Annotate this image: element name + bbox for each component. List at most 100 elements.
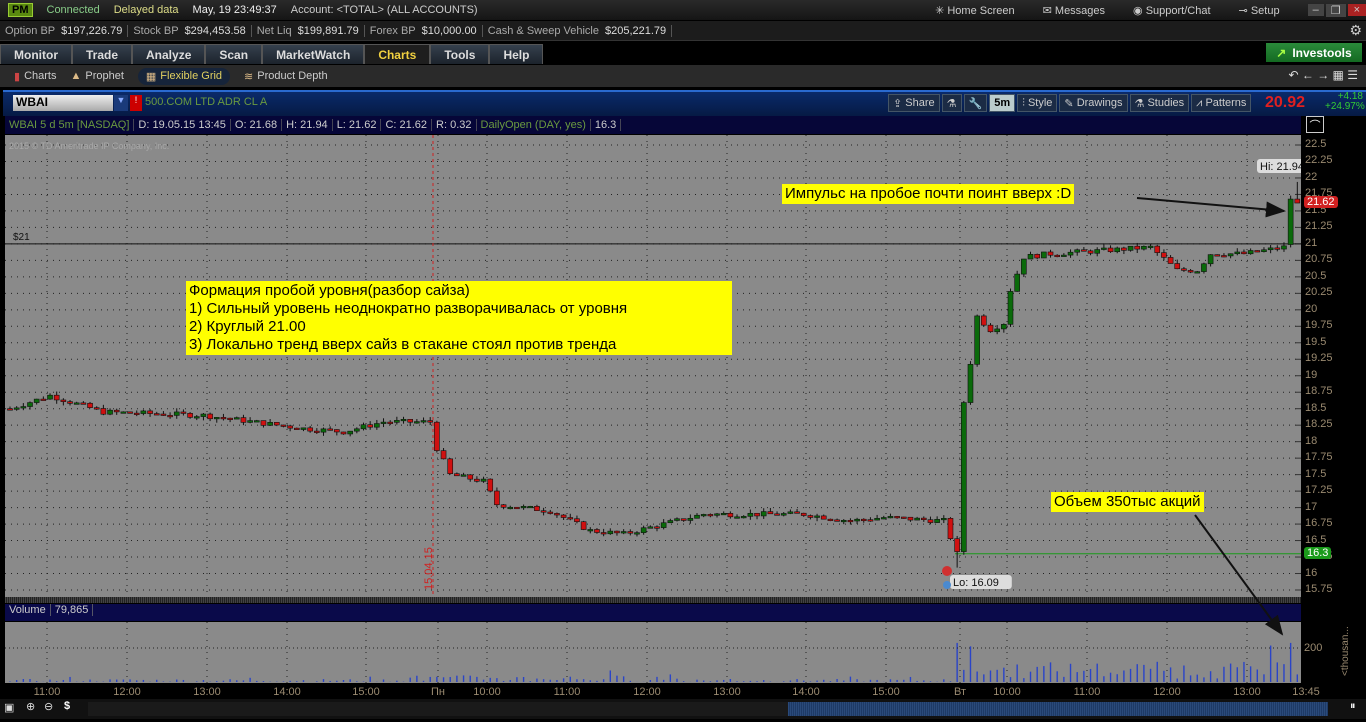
drawings-button[interactable]: ✎ Drawings <box>1059 94 1128 112</box>
annotation-line: 1) Сильный уровень неоднократно разворач… <box>189 300 628 317</box>
expand-chart-icon[interactable]: ⌒ <box>1306 116 1324 133</box>
tab-marketwatch[interactable]: MarketWatch <box>262 44 365 64</box>
candle <box>1201 263 1207 272</box>
studies-button[interactable]: ⚗ Studies <box>1129 94 1190 112</box>
candle <box>694 514 700 519</box>
logo: PM <box>8 3 33 17</box>
price-tick-label: 17.25 <box>1305 484 1333 497</box>
candle <box>260 420 267 426</box>
investools-label: Investools <box>1292 45 1352 60</box>
candle <box>1101 247 1107 250</box>
balance-label: Option BP <box>5 24 56 37</box>
candle <box>1067 251 1074 256</box>
candle <box>320 428 327 433</box>
subtab-product-depth[interactable]: ≋ Product Depth <box>244 70 328 83</box>
tab-tools[interactable]: Tools <box>430 44 490 64</box>
tab-charts[interactable]: Charts <box>364 44 431 64</box>
symbol-dropdown-icon[interactable]: ▼ <box>114 95 128 111</box>
candle <box>527 506 534 509</box>
home-screen-button[interactable]: ✳ Home Screen <box>935 4 1029 17</box>
subtab-prophet[interactable]: ▲ Prophet <box>70 70 123 82</box>
gear-icon[interactable]: ⚙ <box>1349 22 1362 39</box>
panel-splitter[interactable] <box>5 597 1301 603</box>
candle <box>434 421 440 451</box>
candle <box>287 425 293 429</box>
subtab-flexible-grid[interactable]: ▦ Flexible Grid <box>137 67 231 85</box>
candle <box>273 422 280 426</box>
price-tick-label: 16 <box>1305 566 1318 579</box>
date-marker-label: 15.04.15 <box>423 547 435 590</box>
patterns-button[interactable]: ⩘ Patterns <box>1191 94 1252 112</box>
candle <box>193 416 200 419</box>
candle <box>574 518 580 523</box>
grid-icon[interactable]: ▦ <box>1333 68 1344 82</box>
tab-trade[interactable]: Trade <box>72 44 133 64</box>
price-tick-label: 19.25 <box>1305 352 1333 365</box>
list-icon[interactable]: ☰ <box>1347 68 1358 82</box>
candle <box>1261 249 1267 252</box>
candle <box>1121 247 1127 251</box>
candle <box>1174 263 1181 270</box>
restore-button[interactable]: ❐ <box>1325 3 1346 17</box>
zoom-in-icon[interactable]: ⊕ <box>26 700 35 713</box>
delayed-data[interactable]: Delayed data <box>114 4 179 16</box>
candle <box>327 428 333 431</box>
studies-quick-icon[interactable]: ⚗ <box>941 94 962 112</box>
time-tick-label: 13:00 <box>1233 686 1261 698</box>
subtab-charts[interactable]: ▮ Charts <box>14 70 56 83</box>
messages-button[interactable]: ✉ Messages <box>1043 4 1119 17</box>
dollar-icon[interactable]: $ <box>64 700 70 712</box>
cursor-icon[interactable]: ▣ <box>4 701 14 714</box>
wrench-icon[interactable]: 🔧 <box>963 94 988 112</box>
forward-icon[interactable]: → <box>1317 68 1329 82</box>
time-tick-label: 14:00 <box>792 686 820 698</box>
tab-scan[interactable]: Scan <box>205 44 263 64</box>
price-tick-label: 17 <box>1305 500 1318 513</box>
scrollbar-thumb[interactable] <box>788 702 1328 716</box>
candle <box>767 511 774 515</box>
close-button[interactable]: × <box>1347 4 1366 16</box>
investools-button[interactable]: ↗ Investools <box>1266 43 1362 62</box>
scroll-pause-icon[interactable]: ⏸ <box>1350 700 1356 713</box>
candle <box>560 514 567 518</box>
candle <box>820 515 827 520</box>
scrollbar-track[interactable] <box>88 702 788 716</box>
earnings-icon[interactable] <box>942 566 952 576</box>
chart-header: WBAI ▼ ! 500.COM LTD ADR CL A ⇪ Share ⚗ … <box>3 90 1366 116</box>
share-button[interactable]: ⇪ Share <box>888 94 940 112</box>
interval-button[interactable]: 5m <box>989 94 1016 112</box>
investools-icon: ↗ <box>1276 45 1287 60</box>
symbol-input[interactable]: WBAI <box>13 95 113 111</box>
time-tick-label: 12:00 <box>1153 686 1181 698</box>
volume-label: Volume <box>5 604 51 616</box>
candle <box>814 515 820 518</box>
tab-monitor[interactable]: Monitor <box>0 44 72 64</box>
candle <box>807 515 814 518</box>
minimize-button[interactable]: – <box>1307 4 1324 16</box>
support-button[interactable]: ◉ Support/Chat <box>1133 4 1224 17</box>
balance-label: Forex BP <box>369 24 416 37</box>
zoom-out-icon[interactable]: ⊖ <box>44 700 53 713</box>
account-selector[interactable]: Account: <TOTAL> (ALL ACCOUNTS) <box>291 4 478 16</box>
volume-tick: 200 <box>1304 642 1323 654</box>
candle <box>240 417 247 423</box>
candle <box>407 419 414 423</box>
back-icon[interactable]: ← <box>1302 68 1314 82</box>
setup-button[interactable]: ⊸ Setup <box>1239 4 1294 17</box>
alert-icon[interactable]: ! <box>130 95 142 111</box>
style-button[interactable]: ⫶ Style <box>1017 94 1058 112</box>
candle <box>680 518 687 521</box>
tab-analyze[interactable]: Analyze <box>132 44 206 64</box>
candle <box>354 428 360 432</box>
candle <box>580 521 587 530</box>
top-status-bar: PM Connected Delayed data May, 19 23:49:… <box>0 0 1366 20</box>
candle <box>360 424 367 430</box>
dividend-icon[interactable] <box>943 581 951 589</box>
sub-tabs: ▮ Charts ▲ Prophet ▦ Flexible Grid ≋ Product De… <box>0 65 1366 87</box>
tab-help[interactable]: Help <box>489 44 544 64</box>
candle <box>514 506 520 510</box>
lo-label: Lo: 16.09 <box>950 575 1012 589</box>
undo-icon[interactable]: ↶ <box>1288 68 1298 82</box>
candle <box>894 516 900 519</box>
candle <box>133 412 140 415</box>
